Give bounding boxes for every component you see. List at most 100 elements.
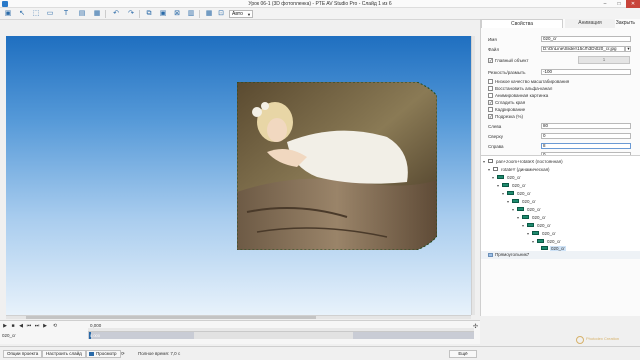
expand-arrow-icon[interactable]: ▾ [527,231,530,236]
tree-item[interactable]: ▾ rotateY (динамическая) [488,166,551,172]
file-field[interactable]: D:\OnLine\Slider\15сЛ\3D\020_cr.jpg [541,46,625,52]
crop-right-field[interactable]: 8 [541,143,631,149]
tree-item[interactable]: ▾ 020_cr [522,222,552,228]
more-button[interactable]: Ещё [449,350,477,358]
tree-item[interactable]: ▾ 020_cr [492,174,522,180]
keyframe-marker: 0,000 [90,333,101,338]
tree-mask-row[interactable]: Прямоугольник7 [481,251,640,259]
expand-arrow-icon[interactable]: ▾ [522,223,525,228]
select-pointer-icon[interactable]: ↖ [18,10,26,18]
tree-item[interactable]: ▾ 020_cr [512,206,542,212]
option-checkbox-5[interactable]: ✓ [488,114,493,119]
undo-icon[interactable]: ↶ [112,10,120,18]
tree-item[interactable]: ▾ 020_cr [532,238,562,244]
add-frame-icon[interactable]: ⬚ [32,10,40,18]
main-object-label: Главный объект [495,58,529,63]
tree-item[interactable]: ▾ 020_cr [507,198,537,204]
tree-item-label: 020_cr [512,182,526,188]
step-forward-icon[interactable]: ▶ [42,323,48,329]
step-back-icon[interactable]: ◀ [18,323,24,329]
add-image-icon[interactable]: ▣ [4,10,12,18]
main-object-value[interactable]: 1 [578,56,630,64]
close-panel-button[interactable]: Закрыть [612,20,639,27]
track-label: 020_cr [2,333,16,338]
slide-settings-button[interactable]: Настроить слайд [42,350,86,358]
tree-item[interactable]: ▾ 020_cr [517,214,547,220]
expand-arrow-icon[interactable]: ▾ [532,239,535,244]
stop-icon[interactable]: ■ [10,323,16,329]
browse-file-button[interactable]: ▾ [625,46,631,52]
image-icon [517,207,524,211]
tree-item[interactable]: ▾ 020_cr [527,230,557,236]
bottom-bar: Опции проекта Настроить слайд Просмотр ⟳… [0,346,640,360]
full-time-label: Полное время: 7,0 с [138,351,181,356]
refresh-icon[interactable]: ⟳ [121,351,125,357]
tab-properties[interactable]: Свойства [481,19,563,28]
tree-item-label: 020_cr [532,214,546,220]
expand-arrow-icon[interactable]: ▾ [497,183,500,188]
watermark-emblem-icon [576,336,584,344]
name-field[interactable]: 020_cr [541,36,631,42]
tree-item[interactable]: ▾ 020_cr [497,182,527,188]
preview-icon [89,352,94,356]
expand-arrow-icon[interactable]: ▾ [507,199,510,204]
add-picture-icon[interactable]: ▤ [78,10,86,18]
timeline-clip[interactable] [353,332,474,339]
expand-arrow-icon[interactable]: ▾ [512,207,515,212]
option-checkbox-2[interactable] [488,93,493,98]
crop-right-label: Справа [488,144,504,149]
add-video-icon[interactable]: ▦ [93,10,101,18]
option-checkbox-3[interactable]: ✓ [488,100,493,105]
stage-vertical-scrollbar[interactable] [471,36,475,315]
stage-photo[interactable] [237,82,437,250]
crop-top-field[interactable]: 0 [541,133,631,139]
maximize-button[interactable]: □ [612,0,626,8]
preview-button[interactable]: Просмотр [86,350,121,358]
sharpness-field[interactable]: -100 [541,69,631,75]
expand-arrow-icon[interactable]: ▾ [492,175,495,180]
expand-arrow-icon[interactable]: ▾ [517,215,520,220]
play-icon[interactable]: ▶ [2,323,8,329]
minimize-button[interactable]: – [598,0,612,8]
redo-icon[interactable]: ↷ [127,10,135,18]
option-checkbox-4[interactable] [488,107,493,112]
stage-horizontal-scrollbar[interactable] [6,315,471,319]
add-rectangle-icon[interactable]: ▭ [46,10,54,18]
option-checkbox-1[interactable] [488,86,493,91]
next-keyframe-icon[interactable]: ⏭ [34,323,40,329]
fit-icon[interactable]: ⊡ [217,10,225,18]
expand-arrow-icon[interactable]: ▾ [488,167,491,172]
frame-icon [493,167,498,171]
image-icon [512,199,519,203]
paste-icon[interactable]: ▣ [159,10,167,18]
add-text-icon[interactable]: T [62,10,70,18]
tree-item-label: 020_cr [522,198,536,204]
grid-icon[interactable]: ▦ [205,10,213,18]
tree-item-label: 020_cr [547,238,561,244]
expand-arrow-icon[interactable]: ▾ [502,191,505,196]
prev-keyframe-icon[interactable]: ⏮ [26,323,32,329]
copy-icon[interactable]: ⧉ [145,10,153,18]
properties-icon[interactable]: ▥ [187,10,195,18]
project-options-button[interactable]: Опции проекта [3,350,43,358]
tree-item[interactable]: ▾ 020_cr [502,190,532,196]
image-icon [507,191,514,195]
panel-tabs: Свойства Анимация Закрыть [481,19,640,28]
option-checkbox-0[interactable] [488,79,493,84]
zoom-select[interactable]: Авто ▼ [229,10,253,18]
crop-left-field[interactable]: 80 [541,123,631,129]
move-icon[interactable]: ✣ [473,323,478,330]
scroll-thumb[interactable] [26,316,316,319]
tree-item[interactable]: ▾ pan+zoom+rotateX (постоянная) [483,158,564,164]
timeline-clip[interactable] [88,332,194,339]
chevron-down-icon: ▼ [247,12,251,17]
loop-icon[interactable]: ⟲ [52,323,58,329]
option-label-4: Кадрирование [495,107,526,112]
tree-item-label: 020_cr [537,222,551,228]
tree-item-label: pan+zoom+rotateX (постоянная) [496,158,563,164]
close-window-button[interactable]: ✕ [626,0,640,8]
main-object-checkbox[interactable]: ✓ [488,58,493,63]
tab-animation[interactable]: Анимация [565,19,615,28]
delete-icon[interactable]: ⊠ [173,10,181,18]
expand-arrow-icon[interactable]: ▾ [483,159,486,164]
